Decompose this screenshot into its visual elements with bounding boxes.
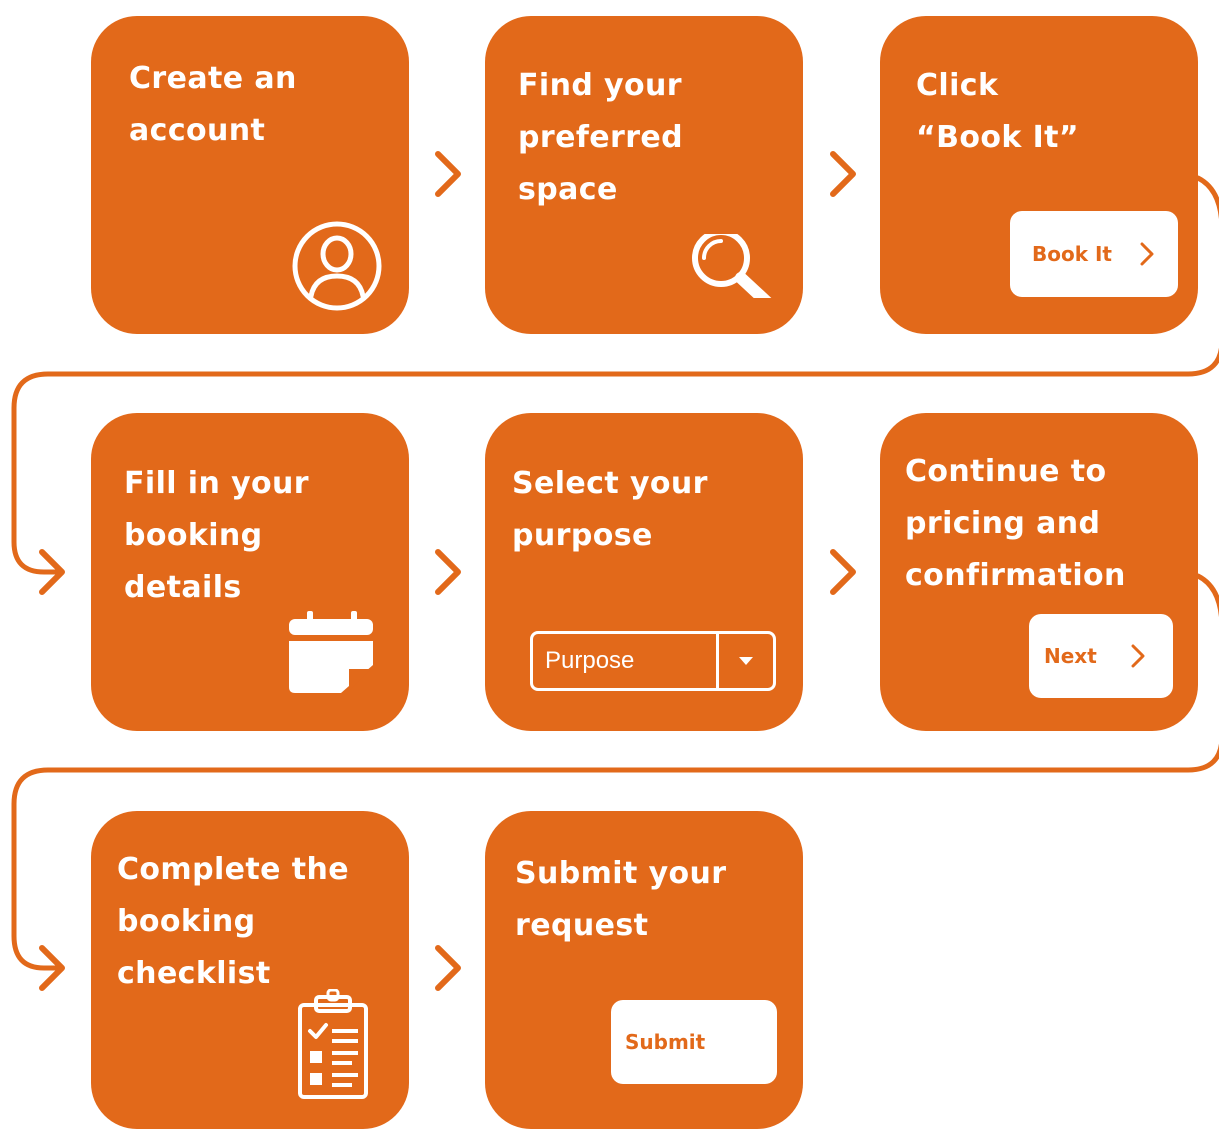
step-card-submit-request: Submit your request Submit <box>485 811 803 1129</box>
chevron-right-icon <box>435 151 461 197</box>
dropdown-toggle[interactable] <box>719 634 773 688</box>
chevron-right-icon <box>435 549 461 595</box>
step-title: Complete the booking checklist <box>117 852 349 991</box>
chevron-right-icon <box>830 549 856 595</box>
chevron-right-icon <box>435 945 461 991</box>
chevron-right-icon <box>1140 242 1154 266</box>
chevron-right-icon <box>830 151 856 197</box>
step-title: Submit your request <box>515 856 727 943</box>
step-card-booking-details: Fill in your booking details <box>91 413 409 731</box>
purpose-select-value: Purpose <box>545 647 635 674</box>
magnifier-icon <box>692 234 772 298</box>
step-title: Click “Book It” <box>916 68 1080 155</box>
next-button[interactable]: Next <box>1029 614 1173 698</box>
step-card-create-account: Create an account <box>91 16 409 334</box>
chevron-right-icon <box>1131 644 1145 668</box>
step-card-pricing-confirmation: Continue to pricing and confirmation Nex… <box>880 413 1198 731</box>
step-card-select-purpose: Select your purpose Purpose <box>485 413 803 731</box>
submit-button-label: Submit <box>625 1030 706 1054</box>
book-it-button-label: Book It <box>1032 242 1112 266</box>
caret-down-icon <box>739 657 753 665</box>
clipboard-checklist-icon <box>298 989 368 1099</box>
step-card-book-it: Click “Book It” Book It <box>880 16 1198 334</box>
step-title: Fill in your booking details <box>124 466 309 605</box>
next-button-label: Next <box>1044 644 1097 668</box>
step-title: Continue to pricing and confirmation <box>905 454 1126 593</box>
step-title: Find your preferred space <box>518 68 684 207</box>
user-circle-icon <box>292 221 382 311</box>
calendar-icon <box>289 611 373 693</box>
step-title: Create an account <box>129 61 297 148</box>
step-card-booking-checklist: Complete the booking checklist <box>91 811 409 1129</box>
submit-button[interactable]: Submit <box>611 1000 777 1084</box>
purpose-select[interactable]: Purpose <box>530 631 776 691</box>
book-it-button[interactable]: Book It <box>1010 211 1178 297</box>
step-card-find-space: Find your preferred space <box>485 16 803 334</box>
step-title: Select your purpose <box>512 466 708 553</box>
